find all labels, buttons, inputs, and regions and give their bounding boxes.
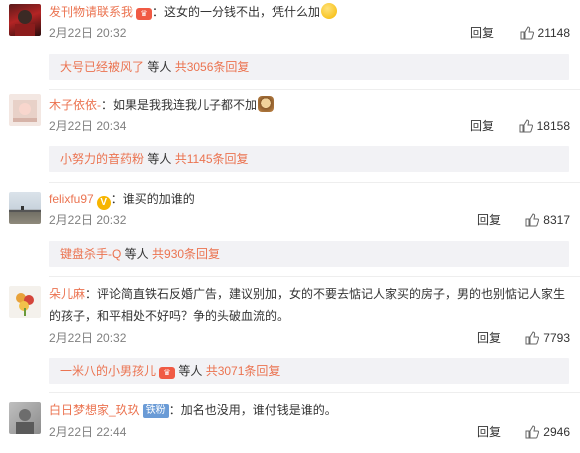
comment-time: 2月22日 20:34 <box>49 119 127 133</box>
comment-username[interactable]: 发刊物请联系我 <box>49 5 133 19</box>
comment-text: ：这女的一分钱不出，凭什么加 <box>152 5 321 19</box>
avatar-image <box>9 206 41 212</box>
avatar[interactable] <box>9 4 41 36</box>
comment-username[interactable]: 木子依依- <box>49 98 101 112</box>
comment-time: 2月22日 20:32 <box>49 26 127 40</box>
comment-text: ：谁买的加谁的 <box>110 192 195 206</box>
like-count: 7793 <box>543 331 570 345</box>
thumbs-up-icon <box>525 425 540 439</box>
divider <box>49 89 580 90</box>
like-button[interactable]: 7793 <box>525 330 570 346</box>
like-count: 18158 <box>536 119 570 133</box>
avatar[interactable] <box>9 192 41 224</box>
thinking-emoji-icon <box>321 3 338 19</box>
comment-line: 朵儿麻：评论简直铁石反婚广告，建议别加，女的不要去惦记人家买的房子，男的也别惦记… <box>49 286 565 302</box>
like-button[interactable]: 2946 <box>525 424 570 440</box>
reply-button[interactable]: 回复 <box>470 25 494 41</box>
comment-line: 木子依依-：如果是我我连我儿子都不加 <box>49 96 275 113</box>
comment-text: ：加名也没用，谁付钱是谁的。 <box>168 403 337 417</box>
comment-line: 发刊物请联系我 ♛ ：这女的一分钱不出，凭什么加 <box>49 3 338 20</box>
thumbs-up-icon <box>525 213 540 227</box>
comment-username[interactable]: 白日梦想家_玖玖 <box>49 403 140 417</box>
vip-icon: ♛ <box>159 367 176 379</box>
avatar[interactable] <box>9 402 41 434</box>
sub-replies[interactable]: 键盘杀手-Q 等人 共930条回复 <box>49 241 569 267</box>
comment-time: 2月22日 20:32 <box>49 213 127 227</box>
sub-reply-user[interactable]: 大号已经被风了 <box>60 60 144 74</box>
sub-reply-count[interactable]: 共3071条回复 <box>206 364 281 378</box>
sub-reply-mid: 等人 <box>175 364 206 378</box>
reply-button[interactable]: 回复 <box>470 118 494 134</box>
avatar-image <box>16 293 34 316</box>
vip-icon: ♛ <box>136 8 153 20</box>
dog-emoji-icon <box>258 96 275 112</box>
sub-reply-mid: 等人 <box>144 152 175 166</box>
sub-reply-user[interactable]: 小努力的音药粉 <box>60 152 144 166</box>
divider <box>49 276 580 277</box>
like-button[interactable]: 18158 <box>519 118 570 134</box>
sub-reply-user[interactable]: 键盘杀手-Q <box>60 247 121 261</box>
fan-badge: 铁粉 <box>142 404 169 418</box>
comment-time: 2月22日 22:44 <box>49 425 127 439</box>
sub-reply-count[interactable]: 共930条回复 <box>152 247 220 261</box>
verified-v-icon: V <box>96 196 111 210</box>
sub-reply-count[interactable]: 共1145条回复 <box>175 152 249 166</box>
avatar-image <box>15 10 35 36</box>
sub-reply-mid: 等人 <box>144 60 175 74</box>
thumbs-up-icon <box>525 331 540 345</box>
comment-text: ：评论简直铁石反婚广告，建议别加，女的不要去惦记人家买的房子，男的也别惦记人家生 <box>85 287 566 301</box>
sub-replies[interactable]: 小努力的音药粉 等人 共1145条回复 <box>49 146 569 172</box>
comment-text-continued: 的孩子，和平相处不好吗？争的头破血流的。 <box>49 309 290 323</box>
like-button[interactable]: 8317 <box>525 212 570 228</box>
comment-line: felixfu97 V ：谁买的加谁的 <box>49 191 195 210</box>
sub-replies[interactable]: 一米八的小男孩儿 ♛ 等人 共3071条回复 <box>49 358 569 384</box>
thumbs-up-icon <box>519 119 533 133</box>
divider <box>49 182 580 183</box>
like-count: 2946 <box>543 425 570 439</box>
reply-button[interactable]: 回复 <box>477 330 501 346</box>
sub-reply-user[interactable]: 一米八的小男孩儿 <box>60 364 156 378</box>
comment-time: 2月22日 20:32 <box>49 331 127 345</box>
comment-username[interactable]: felixfu97 <box>49 192 94 206</box>
reply-button[interactable]: 回复 <box>477 212 501 228</box>
like-button[interactable]: 21148 <box>520 25 570 41</box>
sub-reply-count[interactable]: 共3056条回复 <box>175 60 250 74</box>
divider <box>49 392 580 393</box>
reply-button[interactable]: 回复 <box>477 424 501 440</box>
avatar-image <box>13 100 37 122</box>
comment-line: 白日梦想家_玖玖 铁粉 ：加名也没用，谁付钱是谁的。 <box>49 402 337 418</box>
sub-replies[interactable]: 大号已经被风了 等人 共3056条回复 <box>49 54 569 80</box>
like-count: 8317 <box>543 213 570 227</box>
thumbs-up-icon <box>520 26 534 40</box>
avatar[interactable] <box>9 94 41 126</box>
comment-text: ：如果是我我连我儿子都不加 <box>101 98 258 112</box>
comment-username[interactable]: 朵儿麻 <box>49 287 85 301</box>
sub-reply-mid: 等人 <box>121 247 153 261</box>
avatar-image <box>16 409 34 434</box>
like-count: 21148 <box>537 26 570 40</box>
avatar[interactable] <box>9 286 41 318</box>
